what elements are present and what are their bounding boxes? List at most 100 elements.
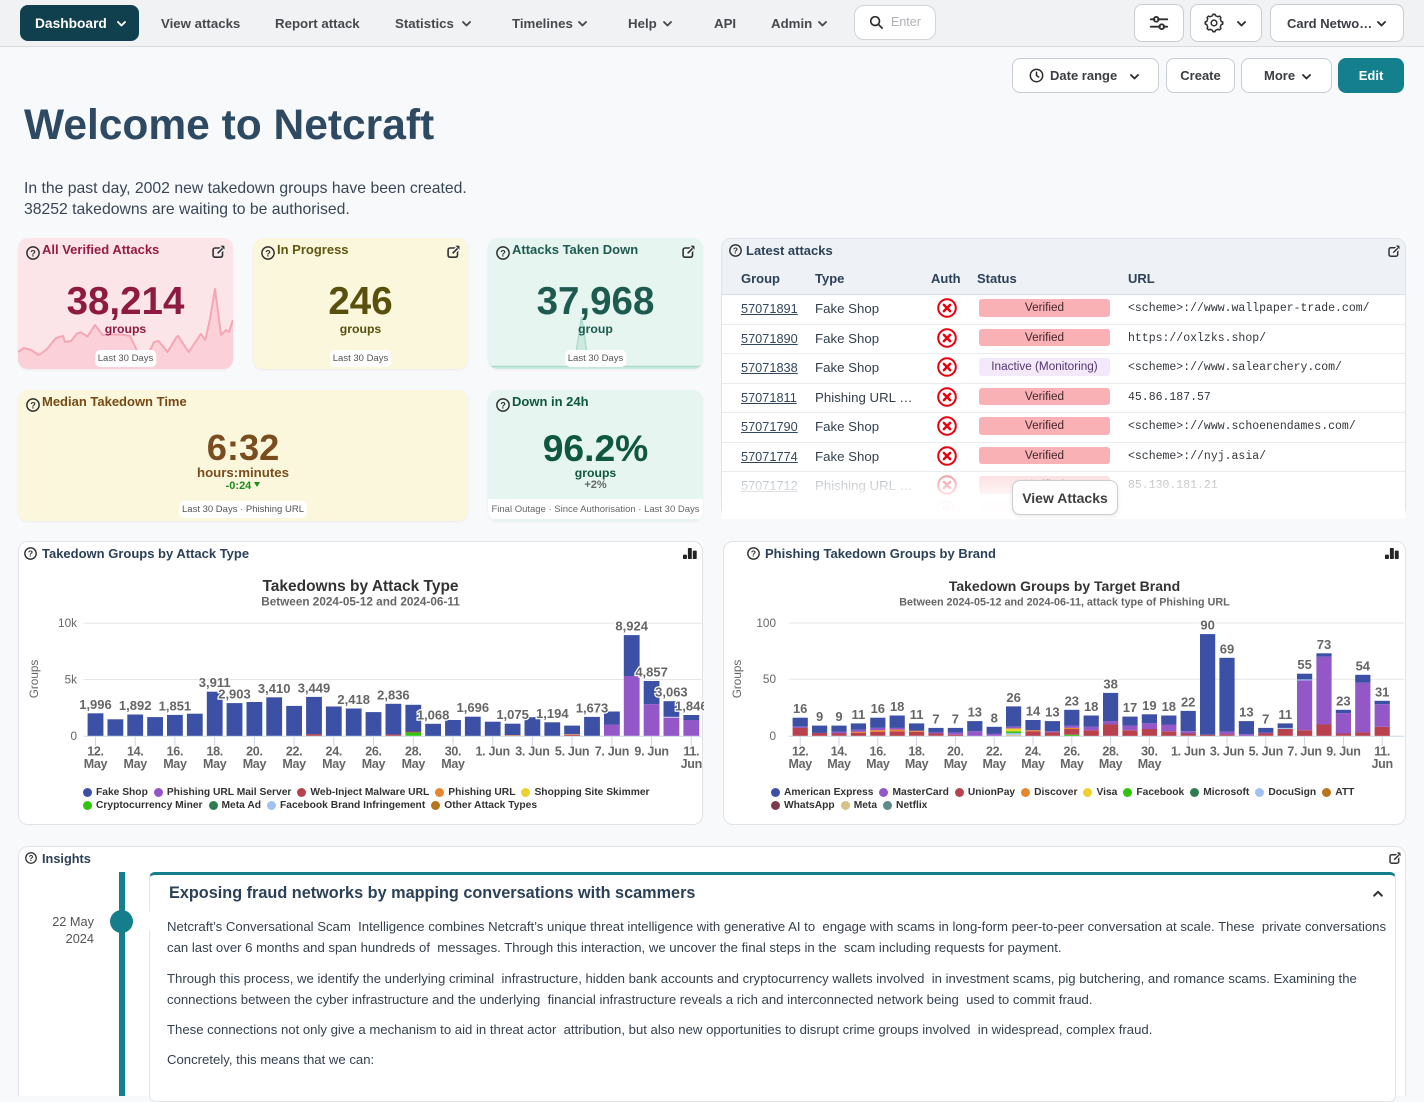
svg-text:May: May bbox=[362, 757, 386, 771]
svg-text:18: 18 bbox=[1084, 699, 1098, 714]
svg-text:1,696: 1,696 bbox=[457, 700, 490, 715]
svg-text:16: 16 bbox=[793, 701, 807, 716]
svg-text:?: ? bbox=[500, 400, 506, 410]
svg-text:?: ? bbox=[265, 248, 271, 258]
svg-text:1,068: 1,068 bbox=[417, 707, 450, 722]
svg-text:May: May bbox=[243, 757, 267, 771]
svg-text:55: 55 bbox=[1297, 657, 1311, 672]
svg-text:May: May bbox=[866, 757, 890, 771]
svg-text:May: May bbox=[905, 757, 929, 771]
svg-text:19: 19 bbox=[1142, 698, 1156, 713]
svg-text:May: May bbox=[1060, 757, 1084, 771]
svg-text:22: 22 bbox=[1181, 694, 1195, 709]
svg-text:May: May bbox=[203, 757, 227, 771]
svg-text:10k: 10k bbox=[58, 617, 77, 630]
svg-text:3. Jun: 3. Jun bbox=[515, 745, 549, 759]
svg-text:1,194: 1,194 bbox=[536, 706, 569, 721]
svg-text:73: 73 bbox=[1317, 637, 1331, 652]
svg-text:54: 54 bbox=[1356, 658, 1371, 673]
svg-text:9. Jun: 9. Jun bbox=[634, 745, 668, 759]
svg-text:14: 14 bbox=[1026, 704, 1041, 719]
svg-text:?: ? bbox=[500, 248, 506, 258]
svg-text:May: May bbox=[827, 757, 851, 771]
svg-text:11: 11 bbox=[1278, 707, 1292, 722]
svg-text:31: 31 bbox=[1375, 684, 1389, 699]
svg-text:7: 7 bbox=[1262, 711, 1269, 726]
svg-text:?: ? bbox=[29, 854, 34, 863]
svg-text:?: ? bbox=[733, 246, 738, 256]
svg-text:11: 11 bbox=[910, 707, 924, 722]
svg-text:13: 13 bbox=[968, 705, 982, 720]
svg-text:8: 8 bbox=[991, 710, 998, 725]
svg-text:1. Jun: 1. Jun bbox=[476, 745, 510, 759]
svg-text:1,075: 1,075 bbox=[496, 707, 529, 722]
svg-text:7: 7 bbox=[952, 711, 959, 726]
svg-text:1,673: 1,673 bbox=[576, 700, 609, 715]
svg-text:?: ? bbox=[751, 549, 756, 559]
svg-text:5. Jun: 5. Jun bbox=[555, 745, 589, 759]
svg-text:23: 23 bbox=[1336, 693, 1350, 708]
svg-text:Groups: Groups bbox=[731, 660, 744, 699]
svg-text:1,851: 1,851 bbox=[159, 698, 192, 713]
svg-text:May: May bbox=[84, 757, 108, 771]
svg-text:9: 9 bbox=[835, 709, 842, 724]
svg-text:38: 38 bbox=[1103, 676, 1117, 691]
svg-text:5. Jun: 5. Jun bbox=[1249, 745, 1283, 759]
svg-text:May: May bbox=[123, 757, 147, 771]
svg-text:13: 13 bbox=[1239, 705, 1253, 720]
svg-text:0: 0 bbox=[70, 730, 77, 743]
svg-text:23: 23 bbox=[1065, 693, 1079, 708]
svg-text:17: 17 bbox=[1123, 700, 1137, 715]
svg-text:90: 90 bbox=[1200, 618, 1214, 633]
svg-text:?: ? bbox=[30, 248, 36, 258]
svg-text:?: ? bbox=[28, 549, 33, 559]
svg-text:50: 50 bbox=[763, 673, 777, 686]
svg-text:Takedowns by Attack Type: Takedowns by Attack Type bbox=[262, 578, 458, 595]
svg-text:11: 11 bbox=[852, 707, 866, 722]
svg-text:18: 18 bbox=[1162, 699, 1176, 714]
svg-text:13: 13 bbox=[1045, 705, 1059, 720]
svg-text:May: May bbox=[163, 757, 187, 771]
svg-text:3,410: 3,410 bbox=[258, 681, 291, 696]
svg-text:3,449: 3,449 bbox=[298, 680, 331, 695]
svg-text:Between 2024-05-12 and 2024-06: Between 2024-05-12 and 2024-06-11 bbox=[261, 596, 460, 609]
svg-text:May: May bbox=[788, 757, 812, 771]
svg-text:2,836: 2,836 bbox=[377, 687, 410, 702]
svg-text:7: 7 bbox=[932, 711, 939, 726]
svg-text:0: 0 bbox=[769, 730, 776, 743]
svg-text:May: May bbox=[944, 757, 968, 771]
svg-text:7. Jun: 7. Jun bbox=[1287, 745, 1321, 759]
svg-text:May: May bbox=[402, 757, 426, 771]
svg-text:Takedown Groups by Target Bran: Takedown Groups by Target Brand bbox=[949, 578, 1180, 594]
svg-text:5k: 5k bbox=[65, 674, 78, 687]
svg-text:26: 26 bbox=[1006, 690, 1020, 705]
svg-text:2,418: 2,418 bbox=[337, 692, 370, 707]
svg-text:9: 9 bbox=[816, 709, 823, 724]
svg-text:May: May bbox=[441, 757, 465, 771]
svg-text:Groups: Groups bbox=[28, 660, 41, 699]
svg-text:2,903: 2,903 bbox=[218, 687, 251, 702]
svg-text:69: 69 bbox=[1220, 641, 1234, 656]
svg-text:May: May bbox=[282, 757, 306, 771]
svg-text:16: 16 bbox=[871, 701, 885, 716]
svg-text:May: May bbox=[982, 757, 1006, 771]
svg-text:Between 2024-05-12 and 2024-06: Between 2024-05-12 and 2024-06-11, attac… bbox=[899, 597, 1230, 609]
svg-text:1. Jun: 1. Jun bbox=[1171, 745, 1205, 759]
svg-text:May: May bbox=[1099, 757, 1123, 771]
svg-text:Jun: Jun bbox=[1372, 757, 1393, 771]
svg-text:May: May bbox=[1021, 757, 1045, 771]
svg-text:7. Jun: 7. Jun bbox=[595, 745, 629, 759]
svg-text:100: 100 bbox=[756, 617, 776, 630]
svg-text:1,846: 1,846 bbox=[675, 699, 704, 714]
svg-text:3,063: 3,063 bbox=[655, 685, 688, 700]
svg-text:18: 18 bbox=[890, 699, 904, 714]
svg-text:8,924: 8,924 bbox=[615, 619, 648, 634]
svg-text:9. Jun: 9. Jun bbox=[1326, 745, 1360, 759]
svg-text:4,857: 4,857 bbox=[635, 665, 668, 680]
svg-text:3. Jun: 3. Jun bbox=[1210, 745, 1244, 759]
svg-text:1,996: 1,996 bbox=[79, 697, 112, 712]
svg-text:?: ? bbox=[30, 400, 36, 410]
svg-text:May: May bbox=[322, 757, 346, 771]
svg-text:1,892: 1,892 bbox=[119, 698, 152, 713]
svg-text:May: May bbox=[1138, 757, 1162, 771]
